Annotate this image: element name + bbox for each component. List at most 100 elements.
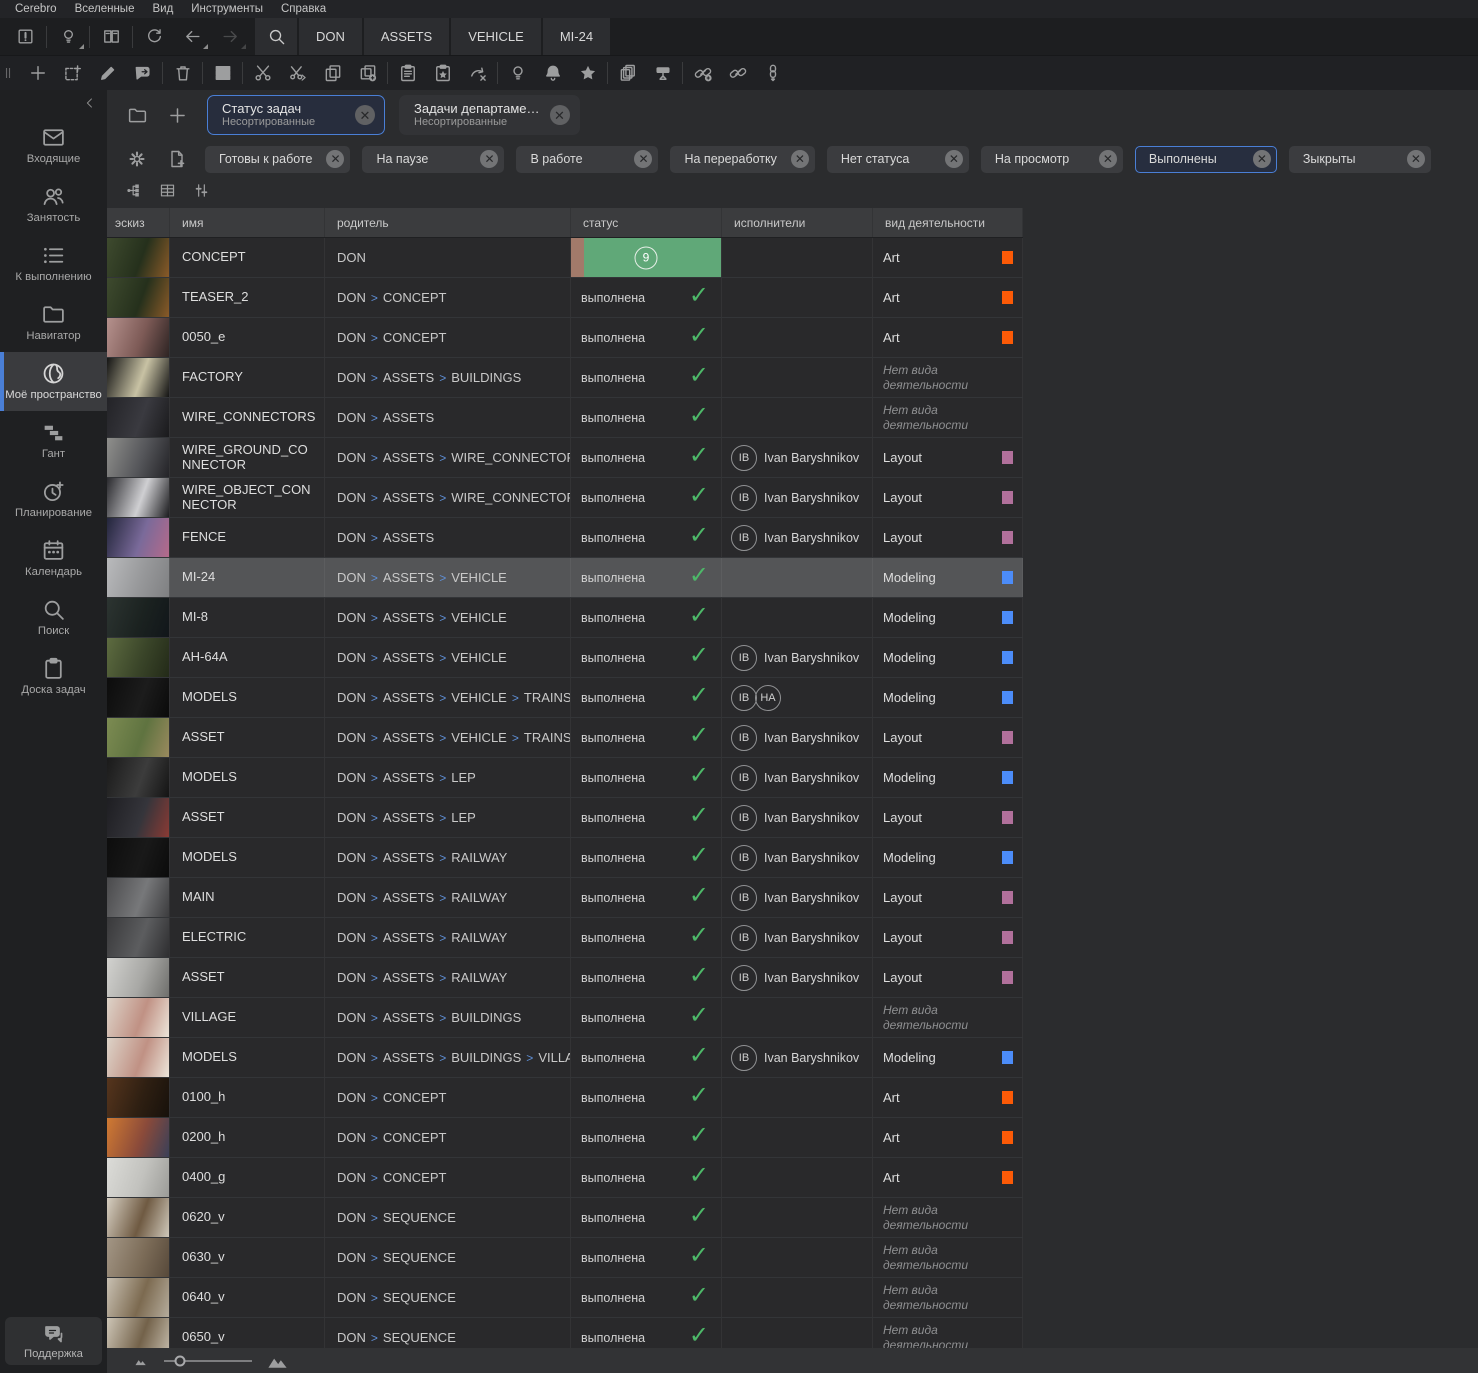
task-row-asset[interactable]: ASSETDON>ASSETS>LEPвыполнена✓IBIvan Bary… — [107, 798, 1023, 838]
task-row-models[interactable]: MODELSDON>ASSETS>LEPвыполнена✓IBIvan Bar… — [107, 758, 1023, 798]
task-row-models[interactable]: MODELSDON>ASSETS>BUILDINGS>VILLAGEвыполн… — [107, 1038, 1023, 1078]
filter-settings-button[interactable] — [193, 182, 210, 204]
task-row-0400_g[interactable]: 0400_gDON>CONCEPTвыполнена✓Art — [107, 1158, 1023, 1198]
menu-item-1[interactable]: Вселенные — [66, 3, 144, 15]
filter-settings-button[interactable] — [121, 144, 153, 174]
copy-link-button[interactable] — [350, 59, 385, 88]
task-row-0630_v[interactable]: 0630_vDON>SEQUENCEвыполнена✓Нет вида дея… — [107, 1238, 1023, 1278]
sidebar-item-folder[interactable]: Навигатор — [0, 293, 107, 352]
filter-chip-remove-button[interactable]: ✕ — [791, 150, 809, 168]
dual-panel-button[interactable] — [92, 21, 130, 52]
bell-button[interactable] — [535, 59, 570, 88]
link-add-button[interactable] — [685, 59, 720, 88]
copy-stack-button[interactable] — [610, 59, 645, 88]
filter-chip-remove-button[interactable]: ✕ — [480, 150, 498, 168]
task-row-fence[interactable]: FENCEDON>ASSETSвыполнена✓IBIvan Baryshni… — [107, 518, 1023, 558]
column-header-5[interactable]: вид деятельности — [873, 208, 1023, 237]
trash-button[interactable] — [165, 59, 200, 88]
sidebar-item-mail[interactable]: Входящие — [0, 116, 107, 175]
archive-button[interactable] — [205, 59, 240, 88]
slider-knob[interactable] — [174, 1355, 185, 1366]
menu-item-0[interactable]: Cerebro — [6, 3, 66, 15]
sidebar-item-clipboard[interactable]: Доска задач — [0, 647, 107, 706]
new-tab-button[interactable] — [161, 99, 193, 131]
search-button[interactable] — [255, 18, 297, 55]
tab-0[interactable]: Статус задачНесортированные✕ — [207, 95, 385, 135]
tab-folder-button[interactable] — [121, 99, 153, 131]
task-row-village[interactable]: VILLAGEDON>ASSETS>BUILDINGSвыполнена✓Нет… — [107, 998, 1023, 1038]
task-row-0640_v[interactable]: 0640_vDON>SEQUENCEвыполнена✓Нет вида дея… — [107, 1278, 1023, 1318]
task-row-mi-8[interactable]: MI-8DON>ASSETS>VEHICLEвыполнена✓Modeling — [107, 598, 1023, 638]
sidebar-item-gantt[interactable]: Гант — [0, 411, 107, 470]
sidebar-item-search[interactable]: Поиск — [0, 588, 107, 647]
support-button[interactable]: Поддержка — [5, 1317, 102, 1365]
task-row-wire_ground_connector[interactable]: WIRE_GROUND_CONNECTORDON>ASSETS>WIRE_CON… — [107, 438, 1023, 478]
filter-chip[interactable]: В работе✕ — [516, 146, 658, 173]
filter-chip-remove-button[interactable]: ✕ — [1253, 150, 1271, 168]
column-header-1[interactable]: имя — [170, 208, 325, 237]
task-row-wire_object_connector[interactable]: WIRE_OBJECT_CONNECTORDON>ASSETS>WIRE_CON… — [107, 478, 1023, 518]
copy-button[interactable] — [315, 59, 350, 88]
refresh-button[interactable] — [135, 21, 173, 52]
task-row-models[interactable]: MODELSDON>ASSETS>VEHICLE>TRAINSвыполнена… — [107, 678, 1023, 718]
filter-chip[interactable]: На просмотр✕ — [981, 146, 1123, 173]
task-row-teaser_2[interactable]: TEASER_2DON>CONCEPTвыполнена✓Art — [107, 278, 1023, 318]
breadcrumb-item-mi-24[interactable]: MI-24 — [541, 18, 610, 55]
grid-view-button[interactable] — [159, 182, 176, 204]
menu-item-4[interactable]: Справка — [272, 3, 335, 15]
task-row-factory[interactable]: FACTORYDON>ASSETS>BUILDINGSвыполнена✓Нет… — [107, 358, 1023, 398]
filter-chip[interactable]: На переработку✕ — [670, 146, 814, 173]
task-row-0100_h[interactable]: 0100_hDON>CONCEPTвыполнена✓Art — [107, 1078, 1023, 1118]
filter-chip-remove-button[interactable]: ✕ — [945, 150, 963, 168]
thumbnail-size-slider[interactable] — [164, 1360, 252, 1362]
task-row-0620_v[interactable]: 0620_vDON>SEQUENCEвыполнена✓Нет вида дея… — [107, 1198, 1023, 1238]
breadcrumb-item-don[interactable]: DON — [297, 18, 362, 55]
sidebar-item-calendar[interactable]: Календарь — [0, 529, 107, 588]
drag-grip-handle[interactable] — [2, 60, 14, 86]
menu-item-2[interactable]: Вид — [143, 3, 182, 15]
paste-button[interactable] — [390, 59, 425, 88]
filter-chip[interactable]: На паузе✕ — [362, 146, 504, 173]
task-row-ah-64a[interactable]: AH-64ADON>ASSETS>VEHICLEвыполнена✓IBIvan… — [107, 638, 1023, 678]
idea-bulb-button[interactable] — [49, 21, 87, 52]
task-row-asset[interactable]: ASSETDON>ASSETS>RAILWAYвыполнена✓IBIvan … — [107, 958, 1023, 998]
sidebar-item-clock-plus[interactable]: Планирование — [0, 470, 107, 529]
alert-panel-button[interactable] — [6, 21, 44, 52]
tab-1[interactable]: Задачи департаме…Несортированные✕ — [399, 95, 580, 135]
back-arrow-button[interactable] — [173, 21, 211, 52]
sidebar-item-todo-list[interactable]: К выполнению — [0, 234, 107, 293]
task-row-concept[interactable]: CONCEPTDON9Art — [107, 238, 1023, 278]
filter-chip[interactable]: Зыкрыты✕ — [1289, 146, 1431, 173]
scissors-button[interactable] — [245, 59, 280, 88]
column-header-3[interactable]: статус — [571, 208, 722, 237]
breadcrumb-item-vehicle[interactable]: VEHICLE — [449, 18, 541, 55]
menu-item-3[interactable]: Инструменты — [182, 3, 272, 15]
task-row-electric[interactable]: ELECTRICDON>ASSETS>RAILWAYвыполнена✓IBIv… — [107, 918, 1023, 958]
comment-forward-button[interactable] — [125, 59, 160, 88]
task-row-mi-24[interactable]: MI-24DON>ASSETS>VEHICLEвыполнена✓Modelin… — [107, 558, 1023, 598]
scissors-arrow-button[interactable] — [280, 59, 315, 88]
task-row-0650_v[interactable]: 0650_vDON>SEQUENCEвыполнена✓Нет вида дея… — [107, 1318, 1023, 1348]
stamp-button[interactable] — [645, 59, 680, 88]
tab-close-button[interactable]: ✕ — [550, 105, 570, 125]
task-row-asset[interactable]: ASSETDON>ASSETS>VEHICLE>TRAINSвыполнена✓… — [107, 718, 1023, 758]
task-row-0050_e[interactable]: 0050_eDON>CONCEPTвыполнена✓Art — [107, 318, 1023, 358]
task-row-0200_h[interactable]: 0200_hDON>CONCEPTвыполнена✓Art — [107, 1118, 1023, 1158]
filter-chip[interactable]: Выполнены✕ — [1135, 146, 1277, 173]
column-header-0[interactable]: эскиз — [107, 208, 170, 237]
task-row-wire_connectors[interactable]: WIRE_CONNECTORSDON>ASSETSвыполнена✓Нет в… — [107, 398, 1023, 438]
task-row-models[interactable]: MODELSDON>ASSETS>RAILWAYвыполнена✓IBIvan… — [107, 838, 1023, 878]
filter-chip[interactable]: Нет статуса✕ — [827, 146, 969, 173]
sidebar-item-globe[interactable]: Моё пространство — [0, 352, 107, 411]
add-box-button[interactable] — [55, 59, 90, 88]
sidebar-collapse[interactable] — [0, 90, 107, 116]
filter-chip-remove-button[interactable]: ✕ — [1099, 150, 1117, 168]
task-row-main[interactable]: MAINDON>ASSETS>RAILWAYвыполнена✓IBIvan B… — [107, 878, 1023, 918]
filter-chip-remove-button[interactable]: ✕ — [634, 150, 652, 168]
filter-chip[interactable]: Готовы к работе✕ — [205, 146, 350, 173]
tree-view-button[interactable] — [125, 182, 142, 204]
bulb-button[interactable] — [500, 59, 535, 88]
sidebar-item-people[interactable]: Занятость — [0, 175, 107, 234]
filter-chip-remove-button[interactable]: ✕ — [1407, 150, 1425, 168]
zoom-in-thumbs-icon[interactable] — [266, 1349, 289, 1372]
